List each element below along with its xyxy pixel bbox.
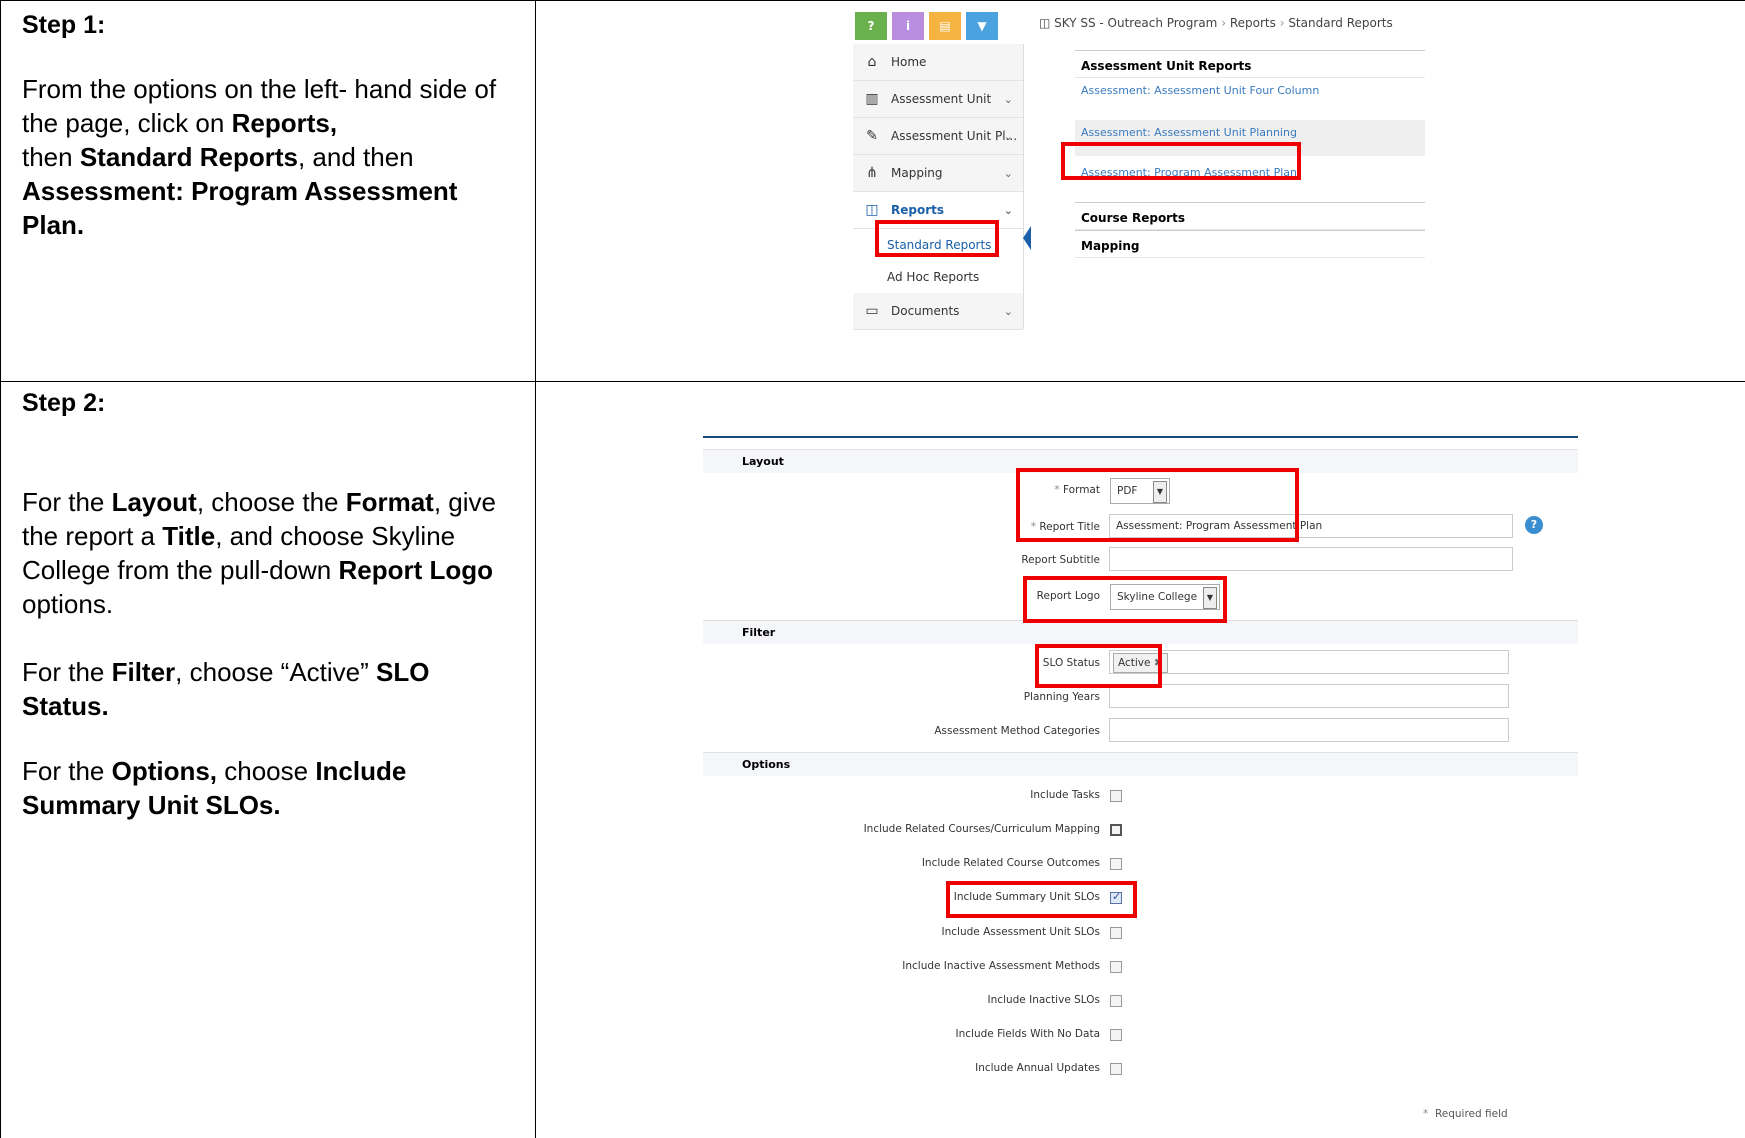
chevron-down-icon: ⌄ — [1003, 203, 1013, 217]
active-pointer — [1023, 226, 1031, 250]
sidebar-item-mapping[interactable]: ⋔ Mapping ⌄ — [853, 155, 1023, 192]
highlight-summary-unit-slos — [946, 881, 1137, 918]
instr-text: then — [22, 142, 80, 172]
help-icon[interactable]: ? — [1525, 516, 1543, 534]
chevron-down-icon: ⌄ — [1003, 304, 1013, 318]
option-label: Include Annual Updates — [975, 1062, 1100, 1074]
breadcrumb-item[interactable]: SKY SS - Outreach Program — [1054, 16, 1217, 30]
include-tasks-checkbox[interactable] — [1110, 790, 1122, 802]
section-options: Options — [703, 752, 1578, 776]
option-label: Include Inactive SLOs — [987, 994, 1100, 1006]
section-filter: Filter — [703, 620, 1578, 644]
highlight-standard-reports — [875, 220, 999, 257]
report-link[interactable]: Assessment: Assessment Unit Four Column — [1075, 78, 1425, 114]
breadcrumb-item[interactable]: Standard Reports — [1288, 16, 1392, 30]
option-label: Include Assessment Unit SLOs — [941, 926, 1100, 938]
breadcrumb-item[interactable]: Reports — [1230, 16, 1276, 30]
chevron-down-icon: ⌄ — [1003, 166, 1013, 180]
include-inactive-slos-checkbox[interactable] — [1110, 995, 1122, 1007]
include-related-outcomes-checkbox[interactable] — [1110, 858, 1122, 870]
highlight-program-assessment-plan — [1061, 142, 1301, 180]
calendar-button[interactable]: ▤ — [929, 12, 961, 40]
step2-instructions-options: For the Options, choose Include Summary … — [22, 756, 407, 820]
filter-button[interactable]: ▼ — [966, 12, 998, 40]
sitemap-icon: ⋔ — [866, 165, 878, 181]
sidebar: ⌂ Home ▥ Assessment Unit ⌄ ✎ Assessment Unit… — [853, 44, 1024, 330]
report-subtitle-input[interactable] — [1109, 547, 1513, 571]
step2-screenshot: Layout * Format PDF ▼ * Report Title Asse… — [703, 432, 1578, 1132]
step1-screenshot: ? i ▤ ▼ ◫ SKY SS - Outreach Program › Re… — [853, 4, 1428, 330]
step1-instructions: From the options on the left- hand side … — [22, 72, 522, 242]
method-categories-label: Assessment Method Categories — [934, 725, 1100, 737]
sidebar-item-documents[interactable]: ▭ Documents ⌄ — [853, 293, 1023, 330]
include-annual-updates-checkbox[interactable] — [1110, 1063, 1122, 1075]
method-categories-input[interactable] — [1109, 718, 1509, 742]
institution-icon: ▥ — [865, 91, 879, 107]
option-label: Include Inactive Assessment Methods — [902, 960, 1100, 972]
sidebar-item-assessment-unit-planning[interactable]: ✎ Assessment Unit Pl... ⌄ — [853, 118, 1023, 155]
breadcrumb: ◫ SKY SS - Outreach Program › Reports › … — [1039, 16, 1393, 30]
highlight-report-logo — [1023, 576, 1227, 623]
include-inactive-methods-checkbox[interactable] — [1110, 961, 1122, 973]
option-label: Include Related Course Outcomes — [921, 857, 1100, 869]
folder-icon: ▭ — [865, 303, 879, 319]
help-button[interactable]: ? — [855, 12, 887, 40]
column-divider — [535, 0, 536, 1138]
report-group-heading[interactable]: Course Reports — [1075, 202, 1425, 230]
required-field-note: * Required field — [1423, 1108, 1508, 1120]
row-divider — [0, 381, 1745, 382]
info-button[interactable]: i — [892, 12, 924, 40]
sidebar-item-home[interactable]: ⌂ Home — [853, 44, 1023, 81]
step1-title: Step 1: — [22, 11, 106, 39]
step2-instructions-layout: For the Layout, choose the Format, give … — [22, 487, 496, 619]
instr-bold: Standard Reports — [79, 142, 298, 172]
report-subtitle-label: Report Subtitle — [1021, 554, 1100, 566]
chevron-down-icon: ⌄ — [1003, 129, 1013, 143]
planning-years-label: Planning Years — [1023, 691, 1100, 703]
option-label: Include Fields With No Data — [955, 1028, 1100, 1040]
instr-bold: Reports, — [231, 108, 338, 138]
instr-bold: Assessment: Program Assessment Plan. — [22, 176, 458, 240]
report-group-heading: Assessment Unit Reports — [1075, 50, 1425, 78]
pencil-icon: ✎ — [866, 128, 878, 144]
include-assessment-unit-slos-checkbox[interactable] — [1110, 927, 1122, 939]
table-border-top — [0, 0, 1745, 1]
columns-icon: ◫ — [1039, 16, 1055, 30]
highlight-format-title — [1016, 468, 1299, 542]
top-toolbar: ? i ▤ ▼ — [855, 12, 998, 40]
include-fields-no-data-checkbox[interactable] — [1110, 1029, 1122, 1041]
home-icon: ⌂ — [867, 54, 877, 70]
sidebar-subitem-ad-hoc-reports[interactable]: Ad Hoc Reports — [853, 261, 1023, 293]
chevron-right-icon: › — [1221, 16, 1230, 30]
highlight-slo-status — [1035, 644, 1162, 688]
option-label: Include Related Courses/Curriculum Mappi… — [863, 823, 1100, 835]
report-group-heading[interactable]: Mapping — [1075, 230, 1425, 258]
instr-text: , and then — [297, 142, 414, 172]
planning-years-input[interactable] — [1109, 684, 1509, 708]
header-rule — [703, 436, 1578, 438]
step2-instructions-filter: For the Filter, choose “Active” SLO Stat… — [22, 657, 430, 721]
chevron-down-icon: ⌄ — [1003, 92, 1013, 106]
sidebar-item-assessment-unit[interactable]: ▥ Assessment Unit ⌄ — [853, 81, 1023, 118]
include-related-courses-checkbox[interactable] — [1110, 824, 1122, 836]
step2-title: Step 2: — [22, 389, 106, 417]
option-label: Include Tasks — [1030, 789, 1100, 801]
columns-icon: ◫ — [865, 202, 879, 218]
slo-status-input[interactable] — [1109, 650, 1509, 674]
table-border-left — [0, 0, 1, 1138]
